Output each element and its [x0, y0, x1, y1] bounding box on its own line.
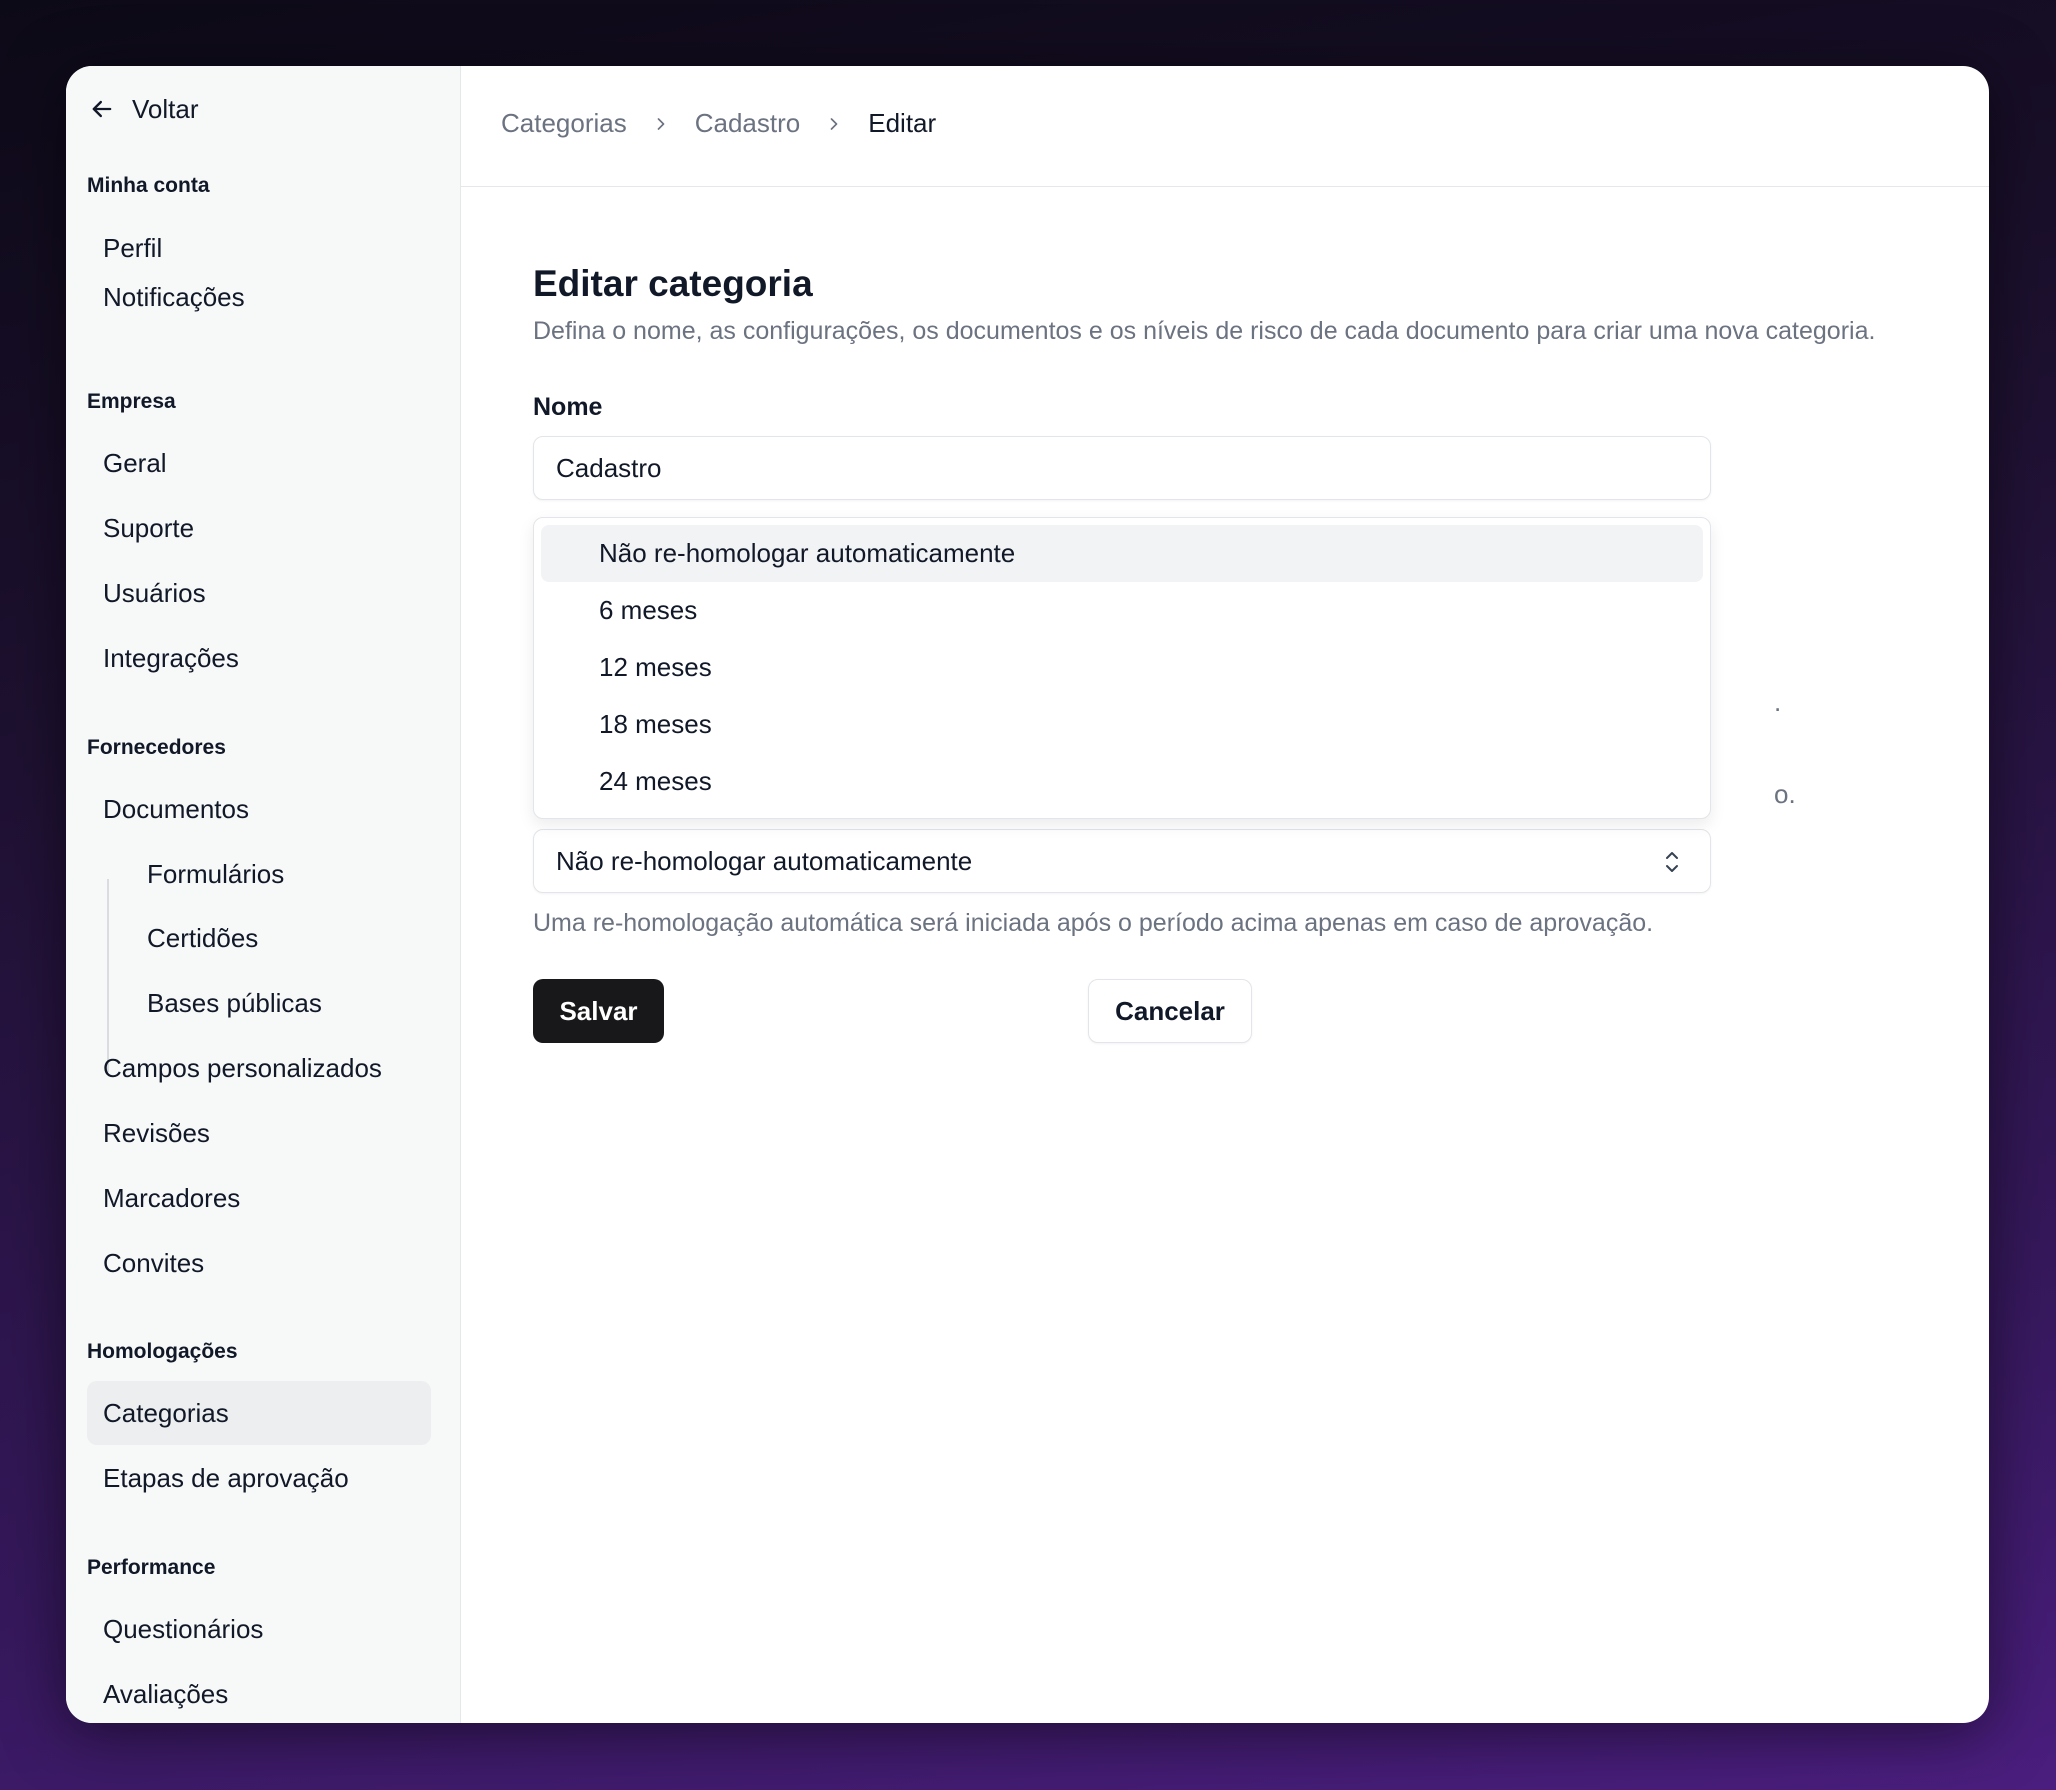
back-button[interactable]: Voltar — [88, 92, 199, 126]
sidebar-item-tags[interactable]: Marcadores — [87, 1166, 431, 1230]
settings-window: Voltar Minha conta Perfil Notificações E… — [66, 66, 1989, 1723]
breadcrumb-categories[interactable]: Categorias — [501, 108, 627, 139]
breadcrumb: Categorias Cadastro Editar — [501, 108, 936, 139]
chevron-right-icon — [657, 117, 665, 130]
section-title-performance: Performance — [87, 1556, 216, 1579]
sidebar-item-documents[interactable]: Documentos — [87, 777, 431, 841]
section-title-approvals: Homologações — [87, 1340, 238, 1363]
sidebar-item-evaluations[interactable]: Avaliações — [87, 1662, 431, 1723]
arrow-left-icon — [92, 100, 112, 118]
rehomologation-selected-value: Não re-homologar automaticamente — [556, 845, 973, 876]
sidebar-item-categories[interactable]: Categorias — [87, 1381, 431, 1445]
name-label: Nome — [533, 393, 603, 421]
option-18-months[interactable]: 18 meses — [541, 696, 1703, 753]
partially-hidden-text: o. — [1774, 779, 1796, 809]
sidebar-item-reviews[interactable]: Revisões — [87, 1101, 431, 1165]
section-title-company: Empresa — [87, 390, 176, 413]
option-6-months[interactable]: 6 meses — [541, 582, 1703, 639]
sidebar-item-forms[interactable]: Formulários — [132, 842, 431, 906]
option-no-auto-rehomologation[interactable]: Não re-homologar automaticamente — [541, 525, 1703, 582]
section-title-suppliers: Fornecedores — [87, 736, 226, 759]
sidebar-item-notifications[interactable]: Notificações — [87, 265, 431, 329]
name-input[interactable]: Cadastro — [533, 436, 1711, 500]
option-12-months[interactable]: 12 meses — [541, 639, 1703, 696]
sidebar-item-support[interactable]: Suporte — [87, 496, 431, 560]
page-title: Editar categoria — [533, 263, 813, 304]
sidebar-item-invites[interactable]: Convites — [87, 1231, 431, 1295]
sidebar-item-custom-fields[interactable]: Campos personalizados — [87, 1036, 431, 1100]
sidebar-item-questionnaires[interactable]: Questionários — [87, 1597, 431, 1661]
sidebar-item-public-bases[interactable]: Bases públicas — [132, 971, 431, 1035]
sidebar-item-general[interactable]: Geral — [87, 431, 431, 495]
cancel-button[interactable]: Cancelar — [1088, 979, 1252, 1043]
sidebar: Voltar Minha conta Perfil Notificações E… — [66, 66, 461, 1723]
partially-hidden-text: . — [1774, 687, 1782, 717]
chevron-up-down-icon — [1666, 852, 1678, 872]
sidebar-item-users[interactable]: Usuários — [87, 561, 431, 625]
top-bar: Categorias Cadastro Editar — [461, 66, 1989, 187]
back-label: Voltar — [132, 93, 199, 124]
rehomologation-select[interactable]: Não re-homologar automaticamente — [533, 829, 1711, 893]
main-content: Editar categoria Defina o nome, as confi… — [461, 187, 1989, 1723]
breadcrumb-current: Editar — [868, 108, 937, 138]
save-button[interactable]: Salvar — [533, 979, 664, 1043]
rehomologation-help-text: Uma re-homologação automática será inici… — [533, 909, 1654, 937]
sidebar-item-certificates[interactable]: Certidões — [132, 906, 431, 970]
option-24-months[interactable]: 24 meses — [541, 753, 1703, 810]
breadcrumb-cadastro[interactable]: Cadastro — [695, 108, 801, 139]
page-description: Defina o nome, as configurações, os docu… — [533, 317, 1876, 345]
sidebar-item-integrations[interactable]: Integrações — [87, 626, 431, 690]
chevron-right-icon — [830, 117, 838, 130]
rehomologation-dropdown-menu: Não re-homologar automaticamente 6 meses… — [533, 517, 1711, 819]
section-title-account: Minha conta — [87, 174, 210, 197]
sidebar-item-approval-steps[interactable]: Etapas de aprovação — [87, 1446, 431, 1510]
